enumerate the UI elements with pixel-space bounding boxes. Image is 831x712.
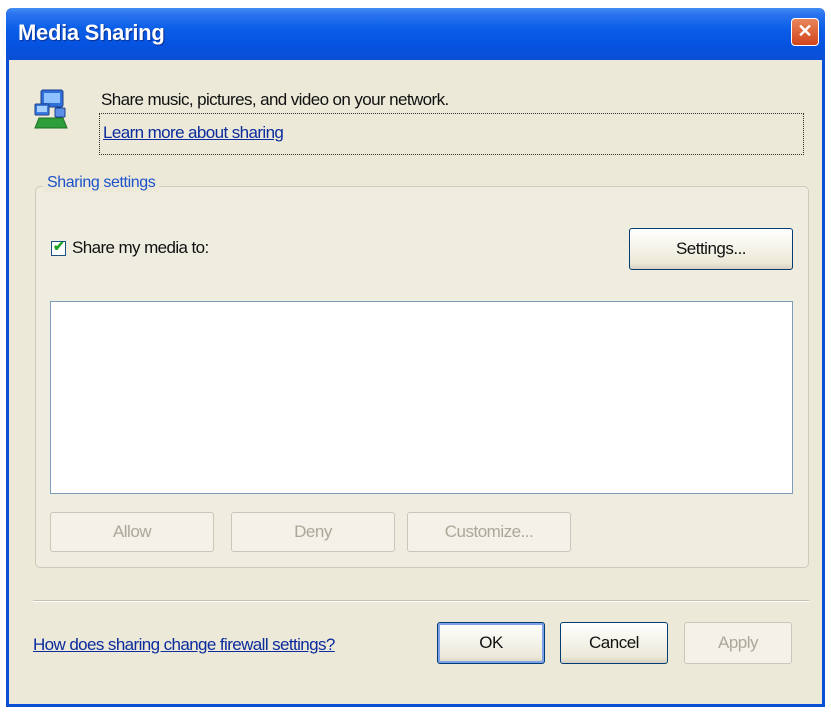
dialog-body: Share music, pictures, and video on your… [9, 60, 822, 704]
allow-button[interactable]: Allow [50, 512, 214, 552]
cancel-button[interactable]: Cancel [560, 622, 668, 664]
media-sharing-dialog: Media Sharing ✕ Share music, pictures, a… [6, 8, 825, 707]
media-sharing-network-icon [34, 89, 68, 129]
intro-description: Share music, pictures, and video on your… [101, 90, 449, 109]
deny-button[interactable]: Deny [231, 512, 395, 552]
share-media-option[interactable]: ✔ Share my media to: [51, 238, 209, 258]
close-button[interactable]: ✕ [791, 18, 819, 46]
device-list[interactable] [50, 301, 793, 494]
share-media-label[interactable]: Share my media to: [72, 238, 209, 258]
close-icon: ✕ [797, 21, 813, 41]
sharing-settings-label: Sharing settings [43, 174, 160, 192]
settings-button[interactable]: Settings... [629, 228, 793, 270]
checkmark-icon: ✔ [53, 237, 65, 254]
learn-more-link[interactable]: Learn more about sharing [103, 123, 284, 143]
ok-button[interactable]: OK [437, 622, 545, 664]
customize-button[interactable]: Customize... [407, 512, 571, 552]
footer-divider [33, 600, 809, 602]
share-media-checkbox[interactable]: ✔ [51, 237, 66, 256]
title-bar[interactable]: Media Sharing ✕ [6, 8, 825, 60]
apply-button[interactable]: Apply [684, 622, 792, 664]
window-title: Media Sharing [18, 20, 165, 45]
firewall-settings-link[interactable]: How does sharing change firewall setting… [33, 635, 335, 655]
